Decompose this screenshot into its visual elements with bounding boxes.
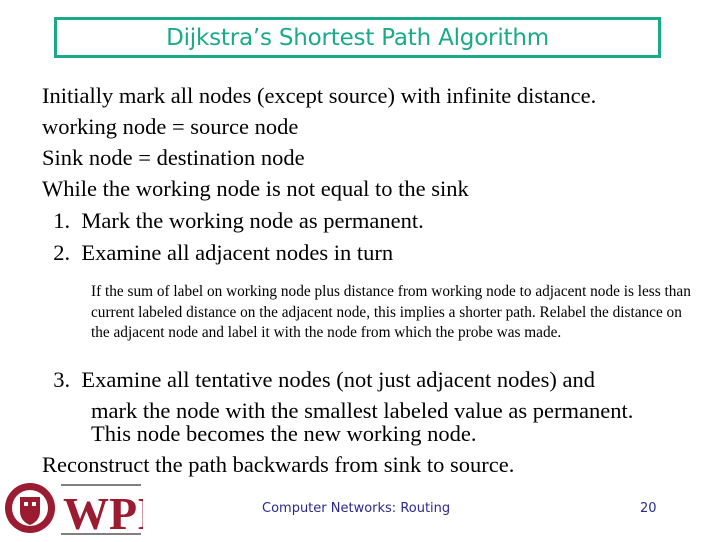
wpi-seal-icon: WPI <box>5 483 155 539</box>
body-line: While the working node is not equal to t… <box>42 176 469 201</box>
page-number: 20 <box>640 501 657 516</box>
body-line: Initially mark all nodes (except source)… <box>42 83 597 108</box>
sub-paragraph: If the sum of label on working node plus… <box>91 283 691 341</box>
step-3-cont: This node becomes the new working node. <box>91 421 477 446</box>
slide-title: Dijkstra’s Shortest Path Algorithm <box>166 24 549 51</box>
step-3: 3. Examine all tentative nodes (not just… <box>42 367 595 392</box>
title-box: Dijkstra’s Shortest Path Algorithm <box>54 17 661 58</box>
step-2: 2. Examine all adjacent nodes in turn <box>42 240 394 265</box>
wpi-logo: WPI <box>3 479 155 539</box>
body-line: Sink node = destination node <box>42 145 305 170</box>
final-line: Reconstruct the path backwards from sink… <box>42 452 515 477</box>
body-line: working node = source node <box>42 114 299 139</box>
footer-course: Computer Networks: Routing <box>262 501 451 516</box>
wpi-wordmark: WPI <box>63 488 143 537</box>
step-1: 1. Mark the working node as permanent. <box>42 208 424 233</box>
